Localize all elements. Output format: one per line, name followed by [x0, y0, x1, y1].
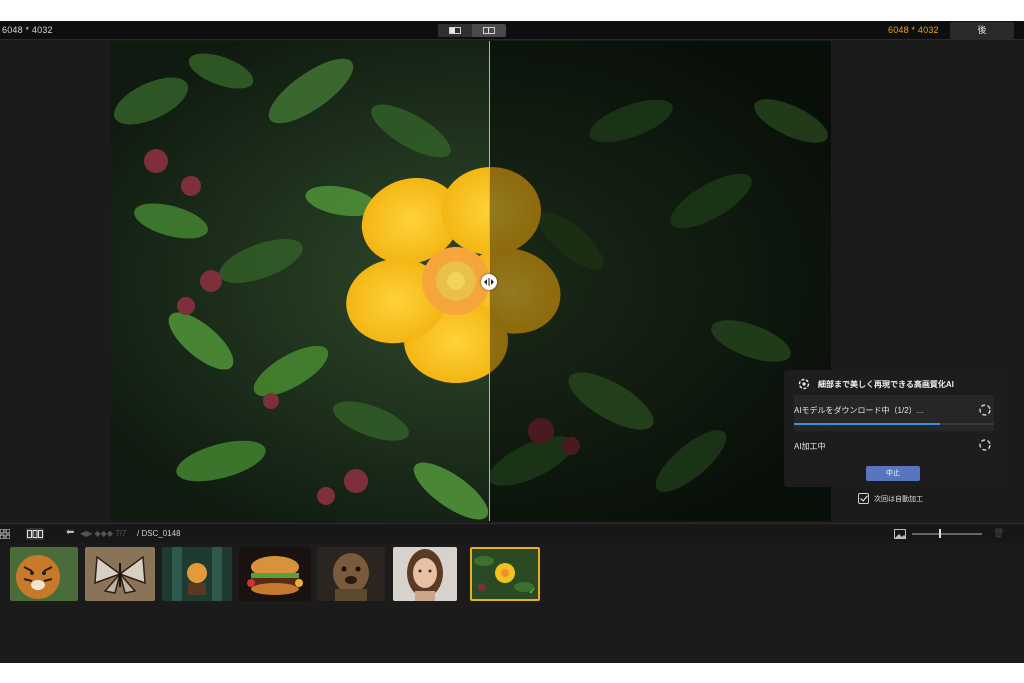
after-dimensions: 6048 * 4032	[888, 25, 939, 35]
download-progress-fill	[794, 423, 940, 425]
auto-process-option[interactable]: 次回は自動加工	[858, 493, 923, 504]
butterfly-thumbnail[interactable]	[85, 547, 155, 601]
image-size-icon	[894, 529, 906, 539]
top-bar: 6048 * 4032 6048 * 4032 後	[0, 21, 1024, 40]
view-mode-toggle	[438, 24, 506, 37]
auto-process-label: 次回は自動加工	[874, 495, 923, 503]
processing-spinner-icon	[979, 439, 991, 451]
download-row: AIモデルをダウンロード中（1/2）...	[794, 395, 994, 431]
split-view-button[interactable]	[472, 24, 506, 37]
compare-divider-handle[interactable]	[481, 274, 497, 290]
drag-handle-icon	[484, 278, 494, 286]
split-view-icon	[483, 27, 495, 34]
download-progress-bar	[794, 423, 994, 425]
back-arrow-icon[interactable]: ⬅	[66, 527, 74, 538]
burger-thumbnail[interactable]	[239, 547, 311, 601]
flower-photo	[111, 41, 831, 521]
slider-knob[interactable]	[939, 529, 942, 538]
ai-enhance-panel: 細部まで美しく再現できる高画質化AI AIモデルをダウンロード中（1/2）...…	[784, 370, 1002, 487]
single-view-icon	[449, 27, 461, 34]
butterfly-image	[85, 547, 155, 601]
yellow-flower-thumbnail[interactable]: ✓	[470, 547, 540, 601]
forest-lantern-thumbnail[interactable]	[162, 547, 232, 601]
thumbnail-size-slider[interactable]	[912, 529, 982, 538]
dog-portrait-thumbnail[interactable]	[317, 547, 385, 601]
processing-status-label: AI加工中	[794, 442, 826, 451]
woman-portrait-thumbnail[interactable]	[393, 547, 457, 601]
bottom-toolbar: ⬅ ◀▶ ◆◆◆ 7/7 / DSC_0148 🗑	[0, 523, 1024, 543]
filmstrip-icon	[27, 530, 43, 538]
burger-image	[239, 547, 311, 601]
dog-portrait-image	[317, 547, 385, 601]
trash-icon[interactable]: 🗑	[993, 528, 1004, 539]
filmstrip-view-button[interactable]	[26, 528, 44, 540]
after-label: 後	[950, 22, 1014, 39]
single-view-button[interactable]	[438, 24, 472, 37]
auto-process-checkbox[interactable]	[858, 493, 869, 504]
stop-button[interactable]: 中止	[866, 466, 920, 481]
ai-panel-title: 細部まで美しく再現できる高画質化AI	[818, 379, 954, 389]
tiger-thumbnail[interactable]	[10, 547, 78, 601]
forest-lantern-image	[162, 547, 232, 601]
grid-view-icon[interactable]	[0, 529, 10, 539]
filmstrip: ✓	[0, 544, 1024, 663]
tiger-image	[10, 547, 78, 601]
file-path-label: / DSC_0148	[137, 529, 181, 538]
checkmark-icon: ✓	[528, 586, 536, 596]
app-window: 6048 * 4032 6048 * 4032 後 細部まで美しく再現できる高画…	[0, 21, 1024, 663]
ai-sparkle-icon	[798, 378, 810, 390]
ai-title-row: 細部まで美しく再現できる高画質化AI	[798, 377, 954, 391]
woman-portrait-image	[393, 547, 457, 601]
image-preview[interactable]	[111, 41, 831, 521]
download-status-label: AIモデルをダウンロード中（1/2）...	[794, 406, 924, 415]
navigation-controls: ◀▶ ◆◆◆ 7/7	[80, 529, 127, 538]
loading-spinner-icon	[979, 404, 991, 416]
before-dimensions: 6048 * 4032	[2, 25, 53, 35]
